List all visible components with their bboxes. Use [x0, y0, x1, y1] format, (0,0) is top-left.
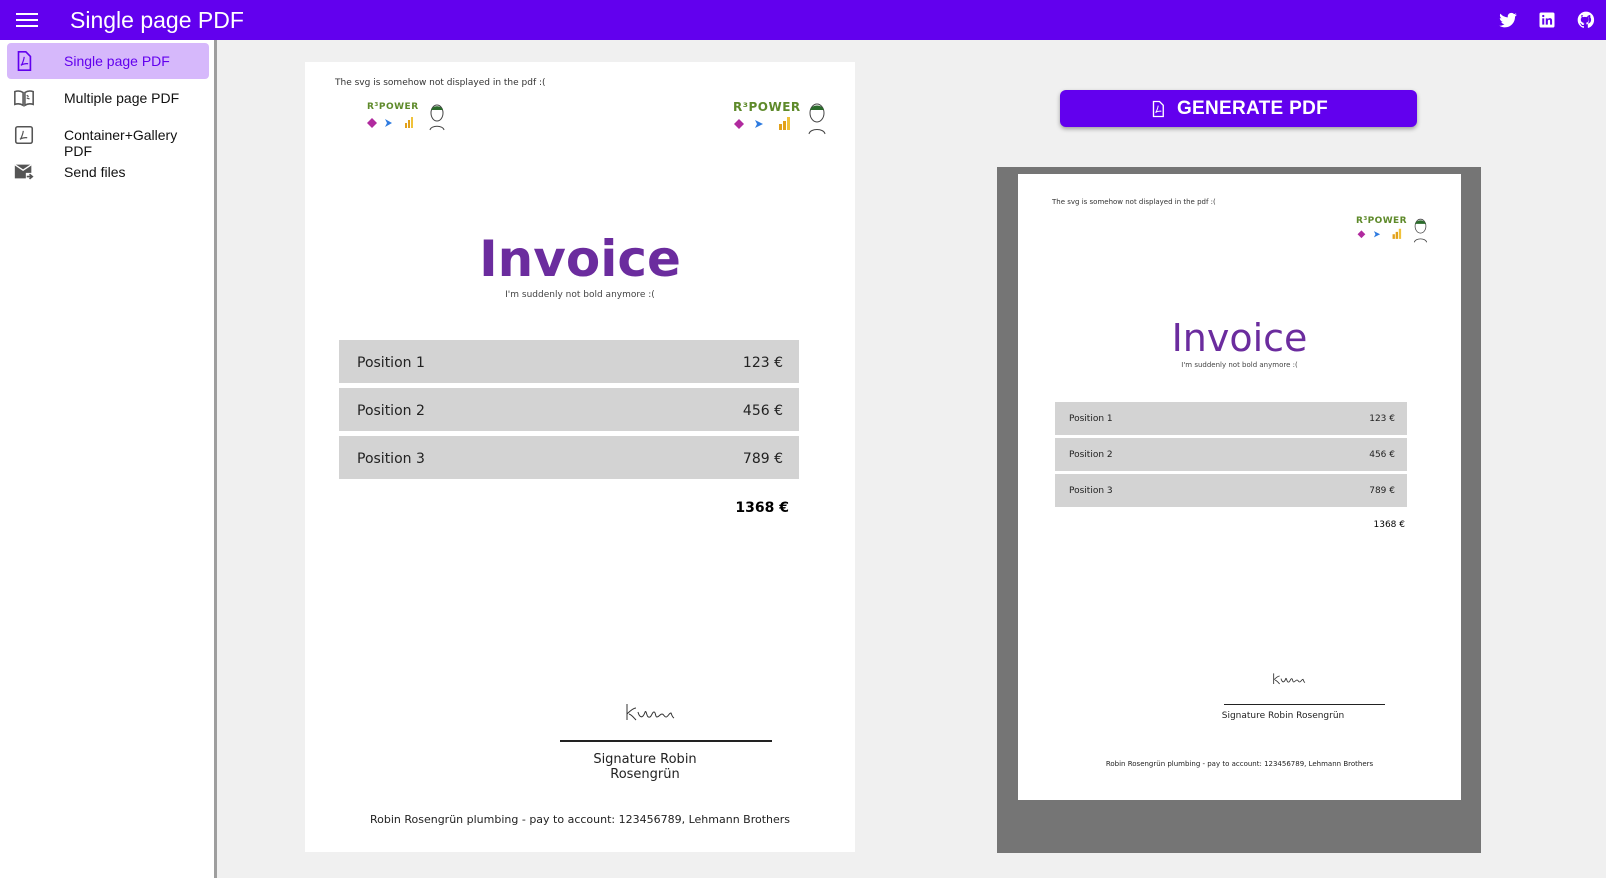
invoice-row: Position 3 789 €: [1055, 474, 1407, 507]
pdf-preview-viewer[interactable]: The svg is somehow not displayed in the …: [997, 167, 1481, 853]
nav-item-label: Multiple page PDF: [64, 90, 180, 106]
svg-warning-note: The svg is somehow not displayed in the …: [1052, 198, 1216, 206]
row-amount: 789 €: [742, 451, 783, 467]
pdf-file-icon: [17, 51, 32, 71]
signature-label: Signature Robin Rosengrün: [593, 752, 697, 782]
menu-icon[interactable]: [16, 10, 38, 30]
nav-item-label: Single page PDF: [64, 53, 170, 69]
nav-item-single-page-pdf[interactable]: Single page PDF: [7, 43, 209, 79]
nav-item-send-files[interactable]: Send files: [7, 154, 209, 190]
invoice-row: Position 2 456 €: [1055, 438, 1407, 471]
nav-item-multiple-page-pdf[interactable]: Multiple page PDF: [7, 80, 209, 116]
generate-pdf-button[interactable]: GENERATE PDF: [1060, 90, 1417, 127]
app-title: Single page PDF: [70, 7, 244, 33]
signature-line: [560, 740, 772, 742]
email-send-icon: [14, 164, 34, 180]
row-label: Position 2: [357, 403, 425, 419]
generate-pdf-label: GENERATE PDF: [1176, 97, 1329, 119]
invoice-total: 1368 €: [735, 500, 789, 516]
signature-label: Signature Robin Rosengrün: [1221, 711, 1345, 721]
signature-scribble: [1273, 673, 1306, 685]
row-amount: 789 €: [1369, 486, 1395, 496]
invoice-title: Invoice: [479, 230, 681, 288]
invoice-row: Position 1 123 €: [1055, 402, 1407, 435]
company-logo: R³POWER: [367, 102, 447, 138]
company-logo: R³POWER: [1356, 216, 1431, 246]
row-label: Position 3: [1069, 486, 1113, 496]
invoice-row: Position 2 456 €: [339, 388, 799, 431]
linkedin-icon[interactable]: [1537, 10, 1557, 30]
row-amount: 456 €: [1369, 450, 1395, 460]
nav-item-container-gallery-pdf[interactable]: Container+Gallery PDF: [7, 117, 209, 159]
github-icon[interactable]: [1576, 10, 1596, 30]
company-logo: R³POWER: [733, 100, 828, 140]
row-amount: 123 €: [1369, 414, 1395, 424]
row-amount: 123 €: [742, 355, 783, 371]
pdf-preview-page: The svg is somehow not displayed in the …: [1018, 174, 1461, 800]
invoice-total: 1368 €: [1373, 520, 1406, 530]
row-label: Position 1: [1069, 414, 1113, 424]
pdf-file-icon: [1152, 100, 1164, 117]
row-label: Position 3: [357, 451, 425, 467]
row-amount: 456 €: [742, 403, 783, 419]
nav-item-label: Send files: [64, 164, 126, 180]
open-book-icon: [14, 90, 34, 107]
invoice-row: Position 1 123 €: [339, 340, 799, 383]
twitter-icon[interactable]: [1498, 10, 1518, 30]
nav-drawer: Single page PDF Multiple page PDF Contai…: [0, 40, 217, 878]
invoice-title: Invoice: [1171, 316, 1308, 360]
svg-warning-note: The svg is somehow not displayed in the …: [335, 78, 546, 88]
invoice-subtitle: I'm suddenly not bold anymore :(: [505, 290, 655, 300]
row-label: Position 1: [357, 355, 425, 371]
row-label: Position 2: [1069, 450, 1113, 460]
invoice-page: The svg is somehow not displayed in the …: [305, 62, 855, 852]
signature-line: [1224, 704, 1385, 705]
pdf-box-icon: [14, 125, 34, 145]
signature-scribble: [626, 704, 675, 721]
invoice-row: Position 3 789 €: [339, 436, 799, 479]
app-bar: Single page PDF: [0, 0, 1606, 40]
invoice-footer: Robin Rosengrün plumbing - pay to accoun…: [1105, 760, 1374, 768]
invoice-footer: Robin Rosengrün plumbing - pay to accoun…: [369, 813, 791, 826]
invoice-subtitle: I'm suddenly not bold anymore :(: [1181, 361, 1298, 369]
